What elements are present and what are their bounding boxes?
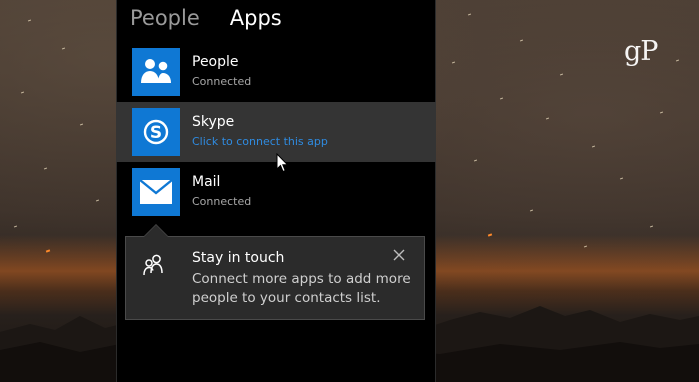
- people-icon: [141, 59, 171, 83]
- app-status: Connected: [192, 75, 252, 88]
- app-name: Mail: [192, 174, 221, 190]
- site-logo: gP: [624, 36, 658, 67]
- svg-text:S: S: [150, 123, 162, 143]
- connect-app-link[interactable]: Click to connect this app: [192, 135, 328, 148]
- stay-in-touch-tooltip: Stay in touch Connect more apps to add m…: [125, 224, 425, 320]
- skype-icon: S: [143, 119, 169, 145]
- app-name: People: [192, 54, 239, 70]
- close-icon[interactable]: [392, 248, 406, 262]
- tooltip-title: Stay in touch: [192, 250, 285, 266]
- people-app-panel: People Apps People Connected S Skype Cli…: [116, 0, 436, 382]
- skype-app-tile: S: [132, 108, 180, 156]
- screen: gP People Apps People Connected S Skype …: [0, 0, 699, 382]
- tab-apps[interactable]: Apps: [230, 6, 282, 30]
- app-name: Skype: [192, 114, 235, 130]
- tooltip-body: Connect more apps to add more people to …: [192, 271, 411, 306]
- mouse-cursor-icon: [276, 153, 288, 173]
- app-row-people[interactable]: People Connected: [116, 42, 436, 102]
- mail-app-tile: [132, 168, 180, 216]
- mail-icon: [139, 179, 173, 204]
- app-status: Connected: [192, 195, 252, 208]
- tab-people[interactable]: People: [130, 6, 200, 30]
- tooltip-caret: [144, 225, 168, 237]
- tab-bar: People Apps: [130, 6, 282, 30]
- contacts-icon: [143, 254, 163, 276]
- people-app-tile: [132, 48, 180, 96]
